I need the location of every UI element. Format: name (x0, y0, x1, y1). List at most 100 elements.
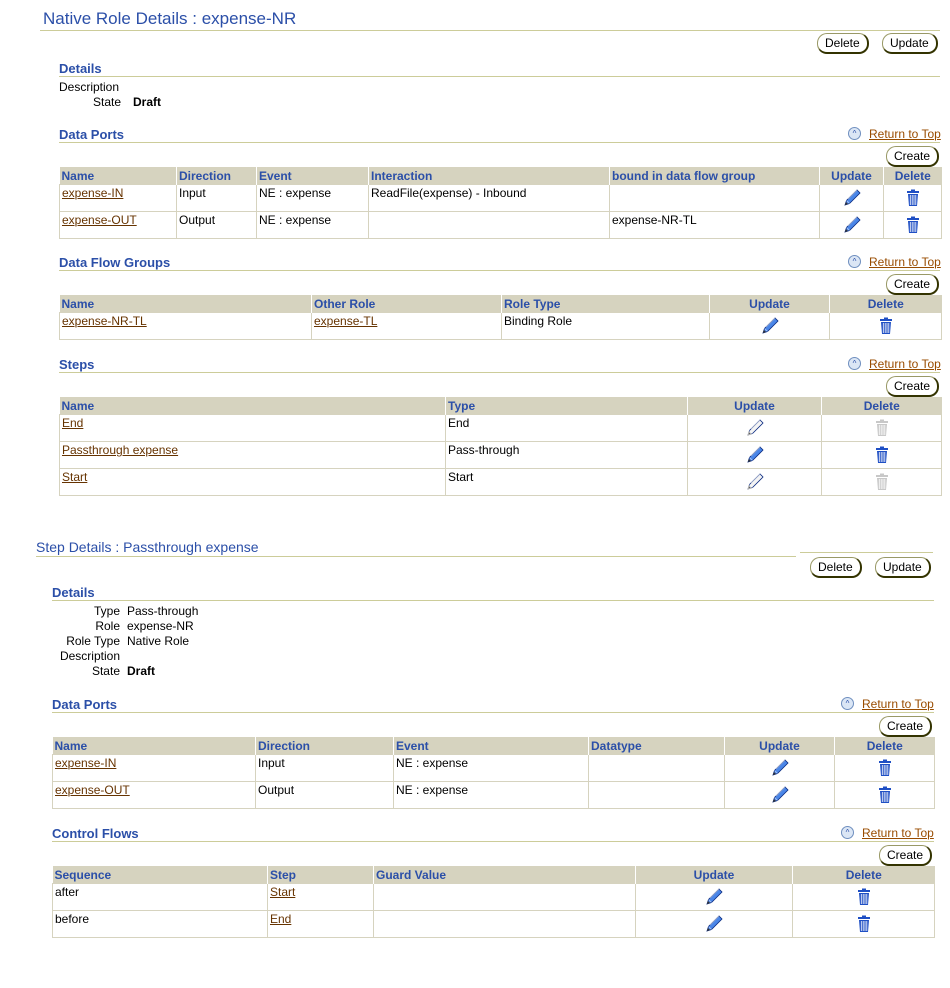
pencil-icon[interactable] (841, 214, 863, 236)
table-row: before End (52, 910, 935, 938)
trash-icon[interactable] (902, 187, 924, 209)
trash-icon[interactable] (853, 913, 875, 935)
col-update: Update (724, 737, 835, 755)
col-delete: Delete (834, 737, 935, 755)
state-value: Draft (133, 95, 162, 109)
data-flow-groups-heading: Data Flow Groups (59, 255, 171, 270)
table-row: Passthrough expense Pass-through (59, 441, 942, 469)
group-name-link[interactable]: expense-NR-TL (62, 314, 147, 328)
other-role-link[interactable]: expense-TL (314, 314, 377, 328)
port-event: NE : expense (256, 184, 369, 212)
port-direction: Input (255, 754, 394, 782)
step-name-link[interactable]: Start (62, 470, 87, 484)
col-direction: Direction (255, 737, 394, 755)
trash-icon[interactable] (875, 315, 897, 337)
return-to-top-link[interactable]: ^ Return to Top (841, 697, 934, 711)
port-bound: expense-NR-TL (609, 211, 820, 239)
description-label: Description (59, 649, 120, 663)
steps-divider (59, 372, 940, 373)
return-to-top-link[interactable]: ^ Return to Top (848, 127, 941, 141)
port-direction: Output (255, 781, 394, 809)
table-header-row: Sequence Step Guard Value Update Delete (52, 866, 935, 884)
role-type: Binding Role (501, 312, 710, 340)
control-flows-heading: Control Flows (52, 826, 139, 841)
port-datatype (588, 754, 725, 782)
col-update: Update (709, 295, 830, 313)
step-name-link[interactable]: End (62, 416, 83, 430)
port-direction: Input (176, 184, 257, 212)
up-arrow-icon: ^ (841, 697, 854, 711)
step-title-divider-right (800, 552, 933, 553)
trash-icon[interactable] (874, 784, 896, 806)
trash-disabled-icon (871, 417, 893, 439)
col-update: Update (687, 397, 822, 415)
step-update-button[interactable]: Update (875, 557, 931, 578)
create-data-port-button[interactable]: Create (886, 146, 940, 167)
role-delete-button[interactable]: Delete (817, 33, 869, 54)
port-event: NE : expense (256, 211, 369, 239)
create-control-flow-button[interactable]: Create (879, 845, 933, 866)
return-to-top-link[interactable]: ^ Return to Top (841, 826, 934, 840)
up-arrow-icon: ^ (848, 357, 861, 371)
trash-icon[interactable] (871, 444, 893, 466)
type-label: Type (93, 604, 120, 618)
step-details-divider (52, 600, 934, 601)
trash-disabled-icon (871, 471, 893, 493)
details-heading: Details (59, 61, 102, 76)
data-flow-groups-table: Name Other Role Role Type Update Delete … (59, 295, 942, 340)
trash-icon[interactable] (874, 757, 896, 779)
step-name-link[interactable]: Passthrough expense (62, 443, 178, 457)
role-update-button[interactable]: Update (882, 33, 938, 54)
flow-sequence: after (52, 883, 268, 911)
col-direction: Direction (176, 167, 257, 185)
step-type: Start (445, 468, 688, 496)
pencil-icon[interactable] (841, 187, 863, 209)
col-other-role: Other Role (311, 295, 502, 313)
table-row: expense-IN Input NE : expense (52, 754, 935, 782)
port-name-link[interactable]: expense-OUT (62, 213, 137, 227)
pencil-disabled-icon (744, 417, 766, 439)
port-interaction (368, 211, 610, 239)
col-delete: Delete (883, 167, 942, 185)
port-name-link[interactable]: expense-IN (62, 186, 123, 200)
pencil-icon[interactable] (703, 886, 725, 908)
step-delete-button[interactable]: Delete (810, 557, 862, 578)
pencil-icon[interactable] (769, 784, 791, 806)
port-event: NE : expense (393, 781, 589, 809)
details-divider (59, 76, 940, 77)
port-name-link[interactable]: expense-OUT (55, 783, 130, 797)
pencil-icon[interactable] (759, 315, 781, 337)
flow-step-link[interactable]: Start (270, 885, 295, 899)
col-event: Event (393, 737, 589, 755)
flow-step-link[interactable]: End (270, 912, 291, 926)
pencil-icon[interactable] (703, 913, 725, 935)
step-title-divider (36, 556, 796, 557)
flow-sequence: before (52, 910, 268, 938)
table-row: Start Start (59, 468, 942, 496)
flow-guard (373, 883, 636, 911)
col-name: Name (59, 295, 312, 313)
col-name: Name (52, 737, 256, 755)
pencil-icon[interactable] (744, 444, 766, 466)
state-value: Draft (127, 664, 156, 678)
up-arrow-icon: ^ (848, 127, 861, 141)
port-name-link[interactable]: expense-IN (55, 756, 116, 770)
create-data-flow-group-button[interactable]: Create (886, 274, 940, 295)
description-value (127, 649, 198, 664)
return-to-top-link[interactable]: ^ Return to Top (848, 255, 941, 269)
step-details-heading: Details (52, 585, 95, 600)
col-name: Name (59, 397, 446, 415)
trash-icon[interactable] (902, 214, 924, 236)
pencil-icon[interactable] (769, 757, 791, 779)
col-update: Update (635, 866, 793, 884)
return-to-top-link[interactable]: ^ Return to Top (848, 357, 941, 371)
col-sequence: Sequence (52, 866, 268, 884)
pencil-disabled-icon (744, 471, 766, 493)
role-value: expense-NR (127, 619, 194, 633)
col-delete: Delete (792, 866, 935, 884)
create-step-data-port-button[interactable]: Create (879, 716, 933, 737)
port-bound (609, 184, 820, 212)
create-step-button[interactable]: Create (886, 376, 940, 397)
trash-icon[interactable] (853, 886, 875, 908)
col-role-type: Role Type (501, 295, 710, 313)
